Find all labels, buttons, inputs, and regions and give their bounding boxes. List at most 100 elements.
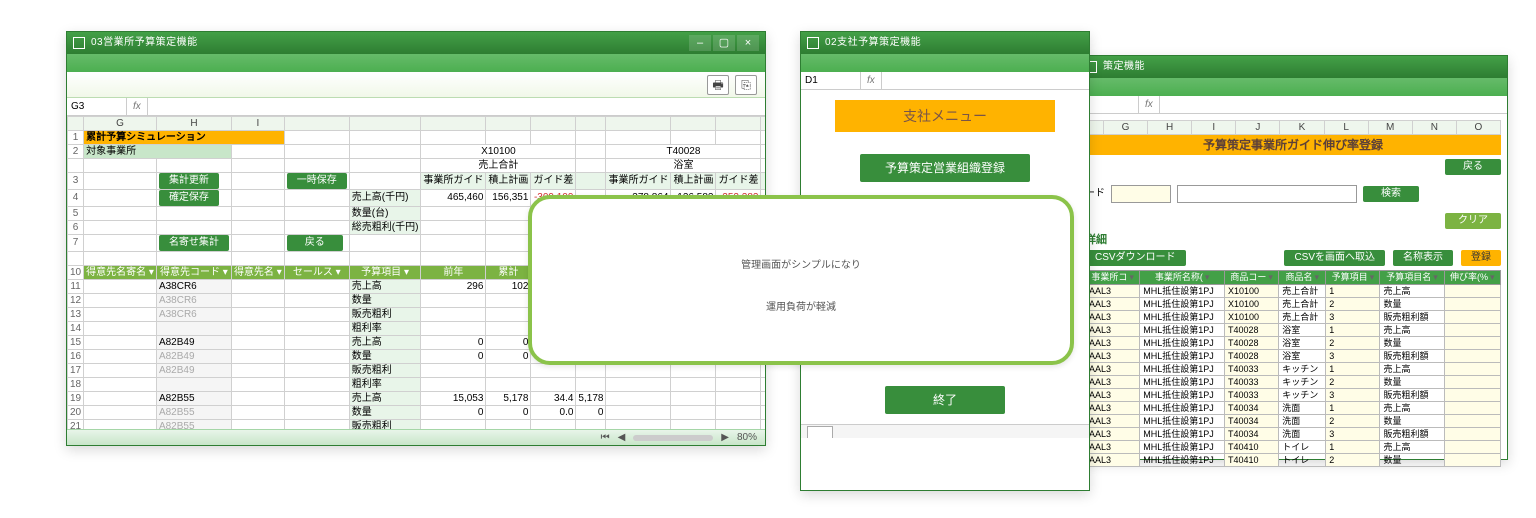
cell[interactable]: T40033 [1225, 376, 1279, 389]
titlebar[interactable]: 02支社予算策定機能 [801, 32, 1089, 54]
table-row[interactable]: AAL3MHL抵住設第1PJX10100売上合計2数量 [1086, 298, 1501, 311]
code-input[interactable] [1111, 185, 1171, 203]
back-button[interactable]: 戻る [1445, 159, 1501, 175]
cell[interactable] [1444, 402, 1500, 415]
cell[interactable]: キッチン [1279, 376, 1326, 389]
cell[interactable]: 洗面 [1279, 402, 1326, 415]
cell[interactable]: 売上高 [1380, 363, 1444, 376]
cell[interactable]: 1 [1326, 441, 1380, 454]
cell[interactable]: T40033 [1225, 363, 1279, 376]
formula-input[interactable] [147, 98, 765, 115]
cell[interactable]: MHL抵住設第1PJ [1140, 415, 1225, 428]
cell[interactable] [1444, 285, 1500, 298]
cell[interactable]: 販売粗利額 [1380, 311, 1444, 324]
cell[interactable]: MHL抵住設第1PJ [1140, 454, 1225, 467]
cell[interactable] [1444, 337, 1500, 350]
cell[interactable]: AAL3 [1086, 337, 1140, 350]
cell[interactable]: 3 [1326, 311, 1380, 324]
cell[interactable]: X10100 [1225, 298, 1279, 311]
cell[interactable]: T40028 [1225, 337, 1279, 350]
cell[interactable]: キッチン [1279, 389, 1326, 402]
cell[interactable]: AAL3 [1086, 415, 1140, 428]
temp-save-button[interactable]: 一時保存 [287, 173, 347, 189]
cell[interactable]: X10100 [1225, 285, 1279, 298]
cell[interactable]: 数量 [1380, 337, 1444, 350]
menu-btn-org-register[interactable]: 予算策定営業組織登録 [860, 154, 1030, 182]
table-row[interactable]: AAL3MHL抵住設第1PJT40028浴室1売上高 [1086, 324, 1501, 337]
cell[interactable]: T40028 [1225, 350, 1279, 363]
cell[interactable]: 数量 [1380, 454, 1444, 467]
cell[interactable]: MHL抵住設第1PJ [1140, 363, 1225, 376]
cell[interactable]: AAL3 [1086, 428, 1140, 441]
cell[interactable]: MHL抵住設第1PJ [1140, 441, 1225, 454]
cell[interactable]: トイレ [1279, 441, 1326, 454]
cell[interactable]: 2 [1326, 337, 1380, 350]
cell[interactable]: トイレ [1279, 454, 1326, 467]
search-button[interactable]: 検索 [1363, 186, 1419, 202]
cell[interactable]: T40034 [1225, 428, 1279, 441]
table-row[interactable]: AAL3MHL抵住設第1PJT40028浴室2数量 [1086, 337, 1501, 350]
cell[interactable]: AAL3 [1086, 402, 1140, 415]
cell[interactable] [1444, 350, 1500, 363]
cell[interactable]: 1 [1326, 402, 1380, 415]
cell[interactable]: 売上高 [1380, 324, 1444, 337]
cell[interactable]: MHL抵住設第1PJ [1140, 376, 1225, 389]
cell[interactable]: 1 [1326, 363, 1380, 376]
cell[interactable]: 1 [1326, 324, 1380, 337]
cell[interactable] [1444, 376, 1500, 389]
cell[interactable]: 浴室 [1279, 337, 1326, 350]
minimize-button[interactable]: – [689, 35, 711, 51]
cell[interactable]: AAL3 [1086, 324, 1140, 337]
cell[interactable]: MHL抵住設第1PJ [1140, 298, 1225, 311]
register-button[interactable]: 登録 [1461, 250, 1501, 266]
print-icon[interactable]: 🖶 [707, 75, 729, 95]
close-button[interactable]: × [737, 35, 759, 51]
formula-input[interactable] [1159, 96, 1507, 113]
cell[interactable]: 数量 [1380, 298, 1444, 311]
cell-ref[interactable]: D1 [801, 72, 861, 89]
cell[interactable] [1444, 441, 1500, 454]
cell[interactable]: 売上合計 [1279, 285, 1326, 298]
cell[interactable]: MHL抵住設第1PJ [1140, 285, 1225, 298]
cell[interactable]: T40034 [1225, 402, 1279, 415]
table-row[interactable]: AAL3MHL抵住設第1PJT40033キッチン1売上高 [1086, 363, 1501, 376]
cell[interactable] [1444, 454, 1500, 467]
cell[interactable]: 1 [1326, 285, 1380, 298]
cell[interactable]: MHL抵住設第1PJ [1140, 428, 1225, 441]
cell[interactable]: MHL抵住設第1PJ [1140, 311, 1225, 324]
cell[interactable]: キッチン [1279, 363, 1326, 376]
nav-next-icon[interactable]: ▶ [721, 433, 729, 443]
cell[interactable]: 販売粗利額 [1380, 350, 1444, 363]
zoom-slider[interactable] [633, 435, 713, 441]
back-button[interactable]: 戻る [287, 235, 343, 251]
cell[interactable]: MHL抵住設第1PJ [1140, 324, 1225, 337]
cell[interactable]: T40410 [1225, 441, 1279, 454]
cell[interactable] [1444, 415, 1500, 428]
cell[interactable] [1444, 363, 1500, 376]
cell[interactable]: AAL3 [1086, 311, 1140, 324]
aggregate-button[interactable]: 名寄せ集計 [159, 235, 229, 251]
cell[interactable]: MHL抵住設第1PJ [1140, 350, 1225, 363]
cell[interactable]: MHL抵住設第1PJ [1140, 389, 1225, 402]
cell[interactable]: 3 [1326, 350, 1380, 363]
cell[interactable]: MHL抵住設第1PJ [1140, 337, 1225, 350]
cell[interactable]: 売上合計 [1279, 311, 1326, 324]
table-row[interactable]: AAL3MHL抵住設第1PJT40034洗面1売上高 [1086, 402, 1501, 415]
update-button[interactable]: 集計更新 [159, 173, 219, 189]
name-input[interactable] [1177, 185, 1357, 203]
table-row[interactable]: AAL3MHL抵住設第1PJT40410トイレ2数量 [1086, 454, 1501, 467]
table-row[interactable]: AAL3MHL抵住設第1PJX10100売上合計3販売粗利額 [1086, 311, 1501, 324]
export-icon[interactable]: ⎘ [735, 75, 757, 95]
cell[interactable]: 洗面 [1279, 415, 1326, 428]
cell[interactable]: 売上高 [1380, 441, 1444, 454]
cell[interactable] [1444, 428, 1500, 441]
csv-download-button[interactable]: CSVダウンロード [1085, 250, 1186, 266]
cell[interactable]: AAL3 [1086, 376, 1140, 389]
cell[interactable]: AAL3 [1086, 454, 1140, 467]
cell[interactable] [1444, 311, 1500, 324]
csv-upload-button[interactable]: CSVを画面へ取込 [1284, 250, 1385, 266]
cell[interactable]: 販売粗利額 [1380, 428, 1444, 441]
cell[interactable]: 売上高 [1380, 402, 1444, 415]
cell[interactable]: 売上合計 [1279, 298, 1326, 311]
titlebar[interactable]: 03営業所予算策定機能 – ▢ × [67, 32, 765, 54]
